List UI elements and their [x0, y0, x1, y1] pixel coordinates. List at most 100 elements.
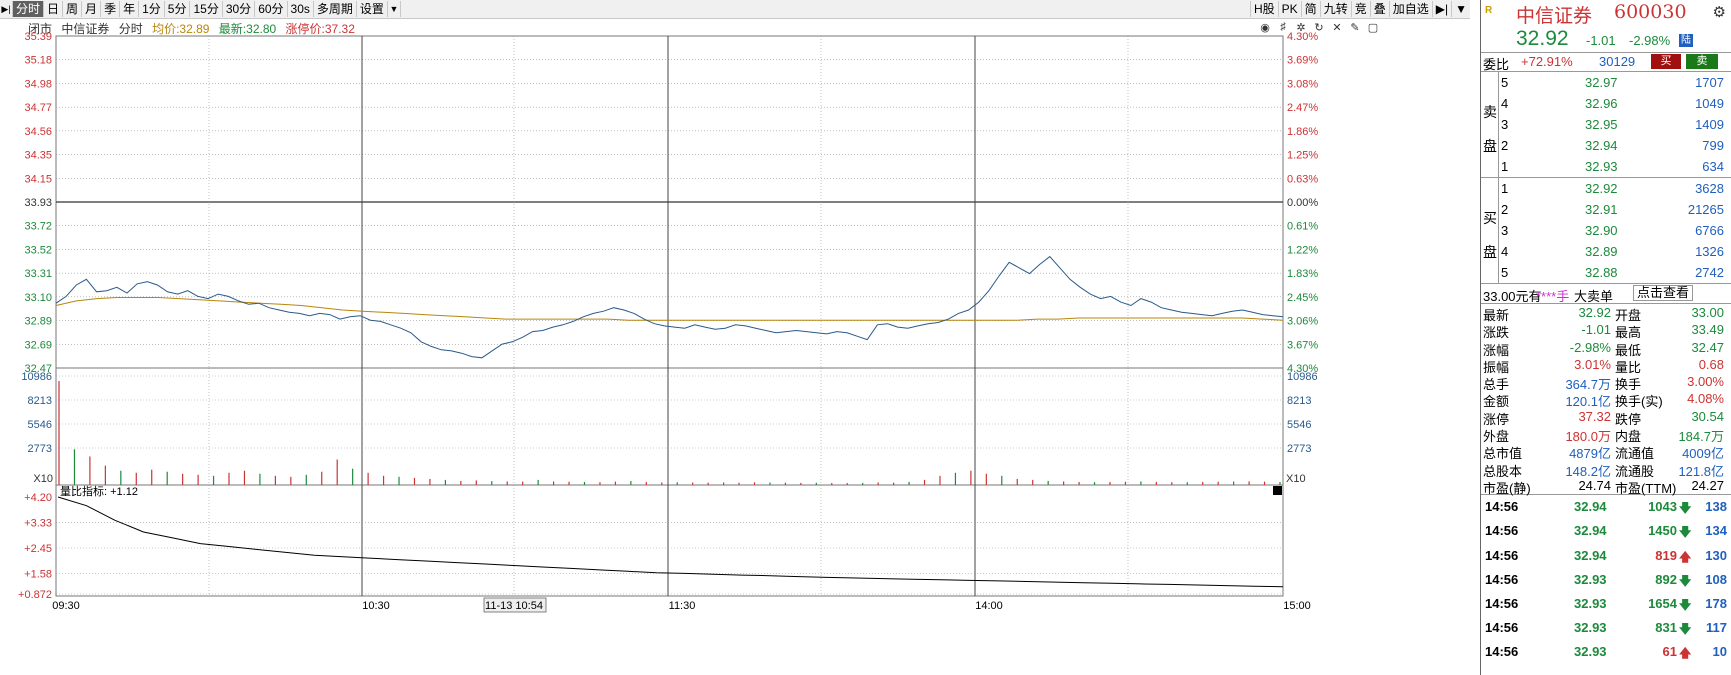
pct-tick-right: 3.67%: [1287, 339, 1318, 351]
tick-trades[interactable]: 14:56 32.94 1043 🡇 138 14:56 32.94 1450 🡇 134 14:5…: [1481, 495, 1731, 664]
price-tick-left: 33.93: [24, 197, 52, 209]
stat-row: 涨幅 -2.98% 最低 32.47: [1483, 339, 1724, 358]
rzrq-tag: R: [1485, 5, 1493, 16]
order-ratio-row: 委比 +72.91% 30129 买 卖: [1481, 53, 1731, 72]
vr-line: [57, 496, 1284, 588]
arrow-down-icon: 🡇: [1679, 598, 1692, 613]
book-row[interactable]: 2 32.94 799: [1481, 135, 1731, 156]
pct-tick-right: 2.45%: [1287, 292, 1318, 304]
pct-tick-right: 0.63%: [1287, 173, 1318, 185]
quote-stock-code: 600030: [1614, 1, 1687, 23]
order-ratio-label: 委比: [1483, 57, 1510, 72]
price-tick-left: 34.56: [24, 126, 52, 138]
vr-close-icon: [1273, 486, 1282, 495]
stat-row: 最新 32.92 开盘 33.00: [1483, 305, 1724, 323]
current-price: 32.92: [1516, 27, 1569, 50]
price-tick-left: 34.98: [24, 78, 52, 90]
book-row[interactable]: 4 32.96 1049: [1481, 93, 1731, 114]
volume-tick-right: 5546: [1287, 419, 1311, 431]
stat-row: 外盘 180.0万 内盘 184.7万: [1483, 429, 1724, 445]
vr-tick: +3.33: [24, 517, 52, 529]
stat-row: 总市值 4879亿 流通值 4009亿: [1483, 446, 1724, 462]
time-tick: 11:30: [669, 600, 696, 612]
intraday-chart[interactable]: 35.39 4.30% 35.18 3.69% 34.98 3.08% 34.77 2.47%…: [0, 0, 1480, 675]
arrow-up-icon: 🡅: [1679, 646, 1692, 661]
arrow-up-icon: 🡅: [1679, 549, 1692, 564]
trade-row: 14:56 32.94 819 🡅 130: [1481, 544, 1731, 568]
price-tick-left: 35.39: [24, 31, 52, 43]
vr-tick: +1.58: [24, 568, 52, 580]
book-row[interactable]: 4 32.89 1326: [1481, 241, 1731, 262]
pct-tick-right: 3.69%: [1287, 55, 1318, 67]
book-row[interactable]: 2 32.91 21265: [1481, 199, 1731, 220]
sell-button[interactable]: 卖: [1686, 54, 1718, 69]
price-tick-left: 32.69: [24, 339, 52, 351]
price-tick-left: 33.52: [24, 244, 52, 256]
stat-row: 市盈(静) 24.74 市盈(TTM) 24.27: [1483, 477, 1724, 496]
pct-tick-right: 0.61%: [1287, 221, 1318, 233]
stat-row: 总股本 148.2亿 流通股 121.8亿: [1483, 463, 1724, 479]
time-tick: 15:00: [1283, 600, 1311, 612]
quote-panel: R 中信证券 600030 ⚙ 32.92 -1.01 -2.98% 陆 委比 …: [1480, 0, 1731, 675]
vr-tick: +4.20: [24, 492, 52, 504]
book-row[interactable]: 1 32.92 3628: [1481, 178, 1731, 199]
price-line: [55, 255, 1284, 359]
ask-book: 卖 盘 5 32.97 1707 4 32.96 1049 3 32.95 1409 2 32.94…: [1481, 72, 1731, 178]
stat-row: 涨跌 -1.01 最高 33.49: [1483, 322, 1724, 341]
arrow-down-icon: 🡇: [1679, 501, 1692, 516]
time-tick: 10:30: [362, 600, 390, 612]
time-tick: 14:00: [975, 600, 1003, 612]
trade-row: 14:56 32.93 1654 🡇 178: [1481, 592, 1731, 616]
price-tick-left: 34.77: [24, 102, 52, 114]
price-tick-left: 35.18: [24, 55, 52, 67]
stat-row: 金额 120.1亿 换手(实) 4.08%: [1483, 391, 1724, 410]
order-ratio-value: +72.91%: [1521, 54, 1573, 69]
price-tick-left: 33.31: [24, 268, 52, 280]
buy-button[interactable]: 买: [1651, 54, 1681, 69]
arrow-down-icon: 🡇: [1679, 622, 1692, 637]
volume-tick-right: 8213: [1287, 395, 1311, 407]
volume-tick-left: 2773: [28, 443, 52, 455]
stat-row: 涨停 37.32 跌停 30.54: [1483, 408, 1724, 427]
volume-tick-right: 2773: [1287, 443, 1311, 455]
time-tick: 09:30: [52, 600, 80, 612]
pct-tick-right: 0.00%: [1287, 197, 1318, 209]
big-order-view-button[interactable]: 点击查看: [1633, 285, 1694, 301]
trade-row: 14:56 32.93 892 🡇 108: [1481, 568, 1731, 592]
volume-tick-left: 5546: [28, 419, 52, 431]
pct-tick-right: 1.83%: [1287, 268, 1318, 280]
big-order-row: 33.00元有 ****手 大卖单 点击查看: [1481, 284, 1731, 304]
price-tick-left: 33.72: [24, 221, 52, 233]
pct-tick-right: 4.30%: [1287, 31, 1318, 43]
trade-row: 14:56 32.93 61 🡅 10: [1481, 640, 1731, 664]
pct-tick-right: 1.25%: [1287, 150, 1318, 162]
book-row[interactable]: 5 32.88 2742: [1481, 262, 1731, 283]
price-change: -1.01: [1586, 33, 1616, 48]
trade-row: 14:56 32.94 1043 🡇 138: [1481, 495, 1731, 519]
price-tick-left: 34.15: [24, 173, 52, 185]
vr-label: 量比指标: +1.12: [60, 484, 138, 498]
stat-row: 总手 364.7万 换手 3.00%: [1483, 374, 1724, 393]
arrow-down-icon: 🡇: [1679, 573, 1692, 588]
quote-stats: 最新 32.92 开盘 33.00 涨跌 -1.01 最高 33.49 涨幅 -2.98% 最低 32…: [1481, 304, 1731, 496]
pct-tick-right: 1.86%: [1287, 126, 1318, 138]
gear-icon[interactable]: ⚙: [1713, 3, 1726, 21]
arrow-down-icon: 🡇: [1679, 525, 1692, 540]
pct-tick-right: 2.47%: [1287, 102, 1318, 114]
volume-tick-left: 8213: [28, 395, 52, 407]
pct-tick-right: 3.06%: [1287, 316, 1318, 328]
volume-unit-right: X10: [1286, 473, 1306, 485]
quote-title: R 中信证券 600030 ⚙: [1481, 0, 1731, 27]
volume-tick-right: 10986: [1287, 371, 1318, 383]
trade-row: 14:56 32.94 1450 🡇 134: [1481, 519, 1731, 543]
exchange-tag: 陆: [1679, 34, 1693, 47]
book-row[interactable]: 3 32.95 1409: [1481, 114, 1731, 135]
book-row[interactable]: 5 32.97 1707: [1481, 72, 1731, 93]
stat-row: 振幅 3.01% 量比 0.68: [1483, 356, 1724, 375]
trade-row: 14:56 32.93 831 🡇 117: [1481, 616, 1731, 640]
book-row[interactable]: 1 32.93 634: [1481, 156, 1731, 177]
vr-pane-frame: [55, 484, 1284, 597]
volume-pane-frame: [55, 367, 1284, 486]
book-row[interactable]: 3 32.90 6766: [1481, 220, 1731, 241]
vr-tick: +2.45: [24, 543, 52, 555]
